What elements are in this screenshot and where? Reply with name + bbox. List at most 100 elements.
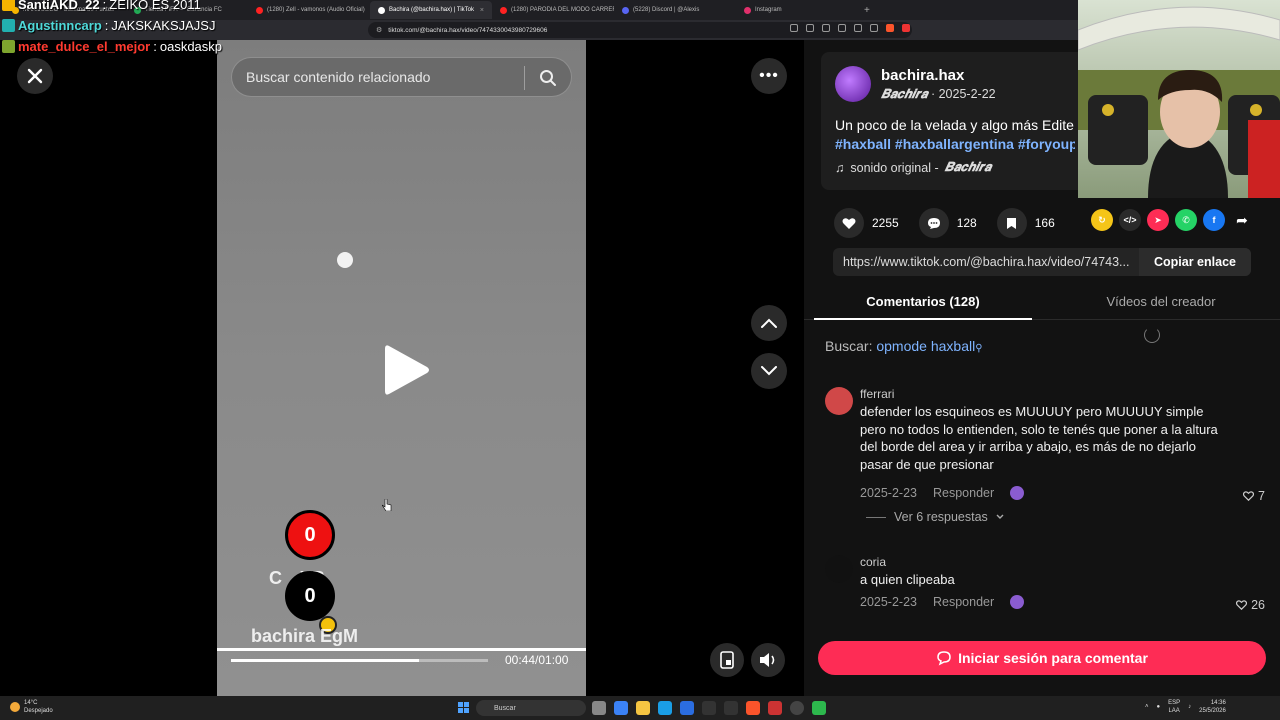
search-suggestion-term[interactable]: opmode haxball — [876, 338, 975, 354]
app-fe-icon[interactable] — [702, 701, 716, 715]
edge-icon[interactable] — [658, 701, 672, 715]
whatsapp-share-icon[interactable]: ✆ — [1175, 209, 1197, 231]
new-tab-button[interactable]: + — [864, 5, 870, 16]
weather-widget[interactable]: 14°C Despejado — [10, 699, 53, 715]
comment-icon[interactable] — [918, 208, 949, 238]
rewards-icon[interactable] — [902, 24, 910, 32]
close-button[interactable] — [17, 58, 53, 94]
chat-badge-icon — [2, 0, 15, 11]
player-red: 0 — [285, 510, 335, 560]
post-description: Un poco de la velada y algo más Edite #h… — [835, 116, 1075, 154]
sound-link[interactable]: ♫ sonido original - 𝑩𝒂𝒄𝒉𝒊𝒓𝒂 — [835, 160, 991, 175]
bookmark-icon[interactable] — [996, 208, 1027, 238]
search-suggestion[interactable]: Buscar: opmode haxball⚲ — [825, 338, 983, 354]
speaker-icon[interactable]: ♪ — [1188, 704, 1191, 710]
clock[interactable]: 14:36 25/5/2026 — [1199, 699, 1226, 715]
browser-tab[interactable]: (5228) Discord | @Alexis — [614, 1, 736, 19]
app-mm-icon[interactable] — [724, 701, 738, 715]
chevron-down-icon — [996, 514, 1004, 519]
browser-tab[interactable]: (1280) Zell - vamonos (Audio Oficial) — [248, 1, 370, 19]
like-stat[interactable]: 2255 — [834, 208, 899, 238]
comment-date: 2025-2-23 — [860, 486, 917, 500]
login-to-comment-button[interactable]: Iniciar sesión para comentar — [818, 641, 1266, 675]
search-placeholder: Buscar contenido relacionado — [246, 69, 431, 85]
next-video-button[interactable] — [751, 353, 787, 389]
zoom-icon[interactable] — [838, 24, 846, 32]
heart-outline-icon — [1236, 600, 1248, 610]
reply-button[interactable]: Responder — [933, 595, 994, 609]
reply-button[interactable]: Responder — [933, 486, 994, 500]
tab-comments[interactable]: Comentarios (128) — [804, 284, 1042, 320]
comment-username[interactable]: coria — [860, 555, 886, 569]
search-icon[interactable] — [539, 69, 557, 90]
app-red-icon[interactable] — [768, 701, 782, 715]
comment-like-button[interactable]: 7 — [1243, 489, 1265, 503]
brave-shield-icon[interactable] — [886, 24, 894, 32]
comment-username[interactable]: fferrari — [860, 387, 894, 401]
facebook-share-icon[interactable]: f — [1203, 209, 1225, 231]
cast-icon[interactable] — [822, 24, 830, 32]
previous-video-button[interactable] — [751, 305, 787, 341]
widgets-icon[interactable] — [614, 701, 628, 715]
app-green-icon[interactable] — [812, 701, 826, 715]
video-seek-bar[interactable] — [231, 659, 488, 662]
chat-colon: : — [153, 39, 157, 54]
browser-tab[interactable]: Bachira (@bachira.hax) | TikTok × — [370, 1, 492, 19]
view-replies-label: Ver 6 respuestas — [894, 510, 988, 524]
language-indicator[interactable]: ESP LAA — [1168, 699, 1180, 715]
video-progress-bar[interactable] — [217, 648, 586, 651]
language-code: ESP — [1168, 700, 1181, 706]
star-icon[interactable] — [870, 24, 878, 32]
tab-creator-videos[interactable]: Vídeos del creador — [1042, 284, 1280, 319]
comment-like-button[interactable]: 26 — [1236, 598, 1265, 612]
comment-text: a quien clipeaba — [860, 572, 955, 587]
comment-like-count: 26 — [1251, 598, 1265, 612]
comment-stat[interactable]: 128 — [918, 208, 977, 238]
music-note-icon: ♫ — [835, 160, 845, 175]
hashtags[interactable]: #haxball #haxballargentina #foryoup — [835, 135, 1075, 154]
more-options-button[interactable]: ••• — [751, 58, 787, 94]
author-avatar[interactable] — [835, 66, 871, 102]
search-divider — [524, 66, 525, 90]
browser-tab[interactable]: (1280) PARODIA DEL MODO CARRERA — [492, 1, 614, 19]
tab-close-icon[interactable]: × — [480, 7, 484, 14]
comment-avatar[interactable] — [825, 387, 853, 415]
volume-button[interactable] — [751, 643, 785, 677]
translate-icon[interactable] — [806, 24, 814, 32]
embed-share-icon[interactable]: </> — [1119, 209, 1141, 231]
browser-tab[interactable]: Instagram — [736, 1, 858, 19]
brave-icon[interactable] — [746, 701, 760, 715]
share-link-box[interactable]: https://www.tiktok.com/@bachira.hax/vide… — [833, 248, 1251, 276]
copy-link-button[interactable]: Copiar enlace — [1139, 248, 1251, 276]
store-icon[interactable] — [680, 701, 694, 715]
start-button[interactable] — [458, 702, 469, 713]
chat-badge-icon — [2, 40, 15, 53]
obs-icon[interactable] — [790, 701, 804, 715]
more-share-icon[interactable]: ➦ — [1231, 209, 1253, 231]
tab-favicon-icon — [622, 6, 629, 14]
picture-in-picture-button[interactable] — [710, 643, 744, 677]
related-search-input[interactable]: Buscar contenido relacionado — [231, 57, 572, 97]
search-small-icon: ⚲ — [975, 343, 983, 354]
save-stat[interactable]: 166 — [996, 208, 1055, 238]
video-timecode: 00:44/01:00 — [505, 653, 569, 667]
video-player[interactable]: Buscar contenido relacionado 0 C YB 0 ba… — [217, 40, 586, 696]
comment-avatar[interactable] — [825, 555, 853, 583]
repost-share-icon[interactable]: ↻ — [1091, 209, 1113, 231]
sun-icon — [10, 702, 20, 712]
view-replies-button[interactable]: Ver 6 respuestas — [866, 510, 1004, 524]
play-button[interactable] — [383, 343, 431, 402]
taskbar-search[interactable]: Buscar — [476, 700, 586, 716]
file-explorer-icon[interactable] — [636, 701, 650, 715]
send-share-icon[interactable]: ➤ — [1147, 209, 1169, 231]
site-settings-icon[interactable]: ⚙ — [376, 26, 382, 34]
extension-icon[interactable] — [790, 24, 798, 32]
chat-message: Agustinncarp: JAKSKAKSJAJSJ — [2, 15, 222, 36]
tray-chevron-icon[interactable]: ˄ — [1145, 704, 1149, 710]
chat-username: Agustinncarp — [18, 18, 102, 33]
author-handle[interactable]: bachira.hax — [881, 67, 964, 84]
taskview-icon[interactable] — [592, 701, 606, 715]
share-icon[interactable] — [854, 24, 862, 32]
heart-icon[interactable] — [834, 208, 864, 238]
network-icon[interactable]: ● — [1157, 704, 1161, 710]
